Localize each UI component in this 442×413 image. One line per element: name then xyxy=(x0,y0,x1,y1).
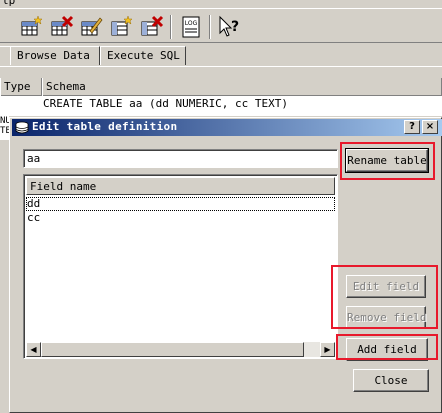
log-icon-label: LOG xyxy=(185,20,198,27)
scroll-thumb[interactable] xyxy=(41,342,304,357)
field-list-header-label: Field name xyxy=(30,180,97,193)
toolbar: LOG ? xyxy=(0,10,442,43)
scroll-right-icon[interactable]: ▶ xyxy=(320,342,335,357)
row-fragment: TE xyxy=(0,126,9,136)
field-list[interactable]: Field name dd cc ◀ ▶ xyxy=(23,174,338,359)
row-fragment: NU xyxy=(0,116,9,126)
create-table-icon[interactable] xyxy=(18,14,44,40)
delete-index-icon[interactable] xyxy=(138,14,164,40)
menu-bar: lp xyxy=(0,0,442,9)
whats-this-icon[interactable]: ? xyxy=(216,14,242,40)
column-header-type[interactable]: Type xyxy=(0,78,42,96)
log-icon[interactable]: LOG xyxy=(178,14,204,40)
table-icon xyxy=(15,121,29,134)
scroll-left-icon[interactable]: ◀ xyxy=(26,342,41,357)
table-name-input[interactable] xyxy=(23,149,338,168)
help-button[interactable]: ? xyxy=(404,120,420,134)
tab-browse-data[interactable]: Browse Data xyxy=(10,46,100,65)
close-x-button[interactable]: × xyxy=(422,120,438,134)
tab-strip: Browse Data Execute SQL xyxy=(0,44,442,66)
modify-table-icon[interactable] xyxy=(78,14,104,40)
close-button[interactable]: Close xyxy=(353,369,429,392)
horizontal-scrollbar[interactable]: ◀ ▶ xyxy=(26,342,335,357)
menu-fragment[interactable]: lp xyxy=(2,0,15,7)
tab-label: Execute SQL xyxy=(107,49,180,62)
rename-table-button[interactable]: Rename table xyxy=(345,148,429,173)
field-list-header[interactable]: Field name xyxy=(26,177,335,195)
schema-cell: CREATE TABLE aa (dd NUMERIC, cc TEXT) xyxy=(43,97,289,110)
column-header-label: Schema xyxy=(46,80,86,93)
schema-grid-header: Type Schema xyxy=(0,78,442,96)
toolbar-separator xyxy=(209,15,211,39)
column-header-schema[interactable]: Schema xyxy=(42,78,442,96)
dialog-title-bar[interactable]: Edit table definition ? × xyxy=(12,119,442,136)
delete-table-icon[interactable] xyxy=(48,14,74,40)
tab-execute-sql[interactable]: Execute SQL xyxy=(100,46,186,65)
tab-label: Browse Data xyxy=(17,49,90,62)
svg-text:?: ? xyxy=(231,19,239,35)
column-header-label: Type xyxy=(4,80,31,93)
dialog-title: Edit table definition xyxy=(32,120,178,133)
remove-field-button[interactable]: Remove field xyxy=(346,306,426,329)
schema-grid-edge: NU TE xyxy=(0,116,9,140)
list-item[interactable]: cc xyxy=(26,211,335,225)
schema-grid-row[interactable]: CREATE TABLE aa (dd NUMERIC, cc TEXT) xyxy=(0,96,442,116)
list-item[interactable]: dd xyxy=(26,197,335,211)
toolbar-separator xyxy=(170,15,172,39)
add-field-button[interactable]: Add field xyxy=(346,338,428,361)
create-index-icon[interactable] xyxy=(108,14,134,40)
edit-field-button[interactable]: Edit field xyxy=(346,275,426,298)
